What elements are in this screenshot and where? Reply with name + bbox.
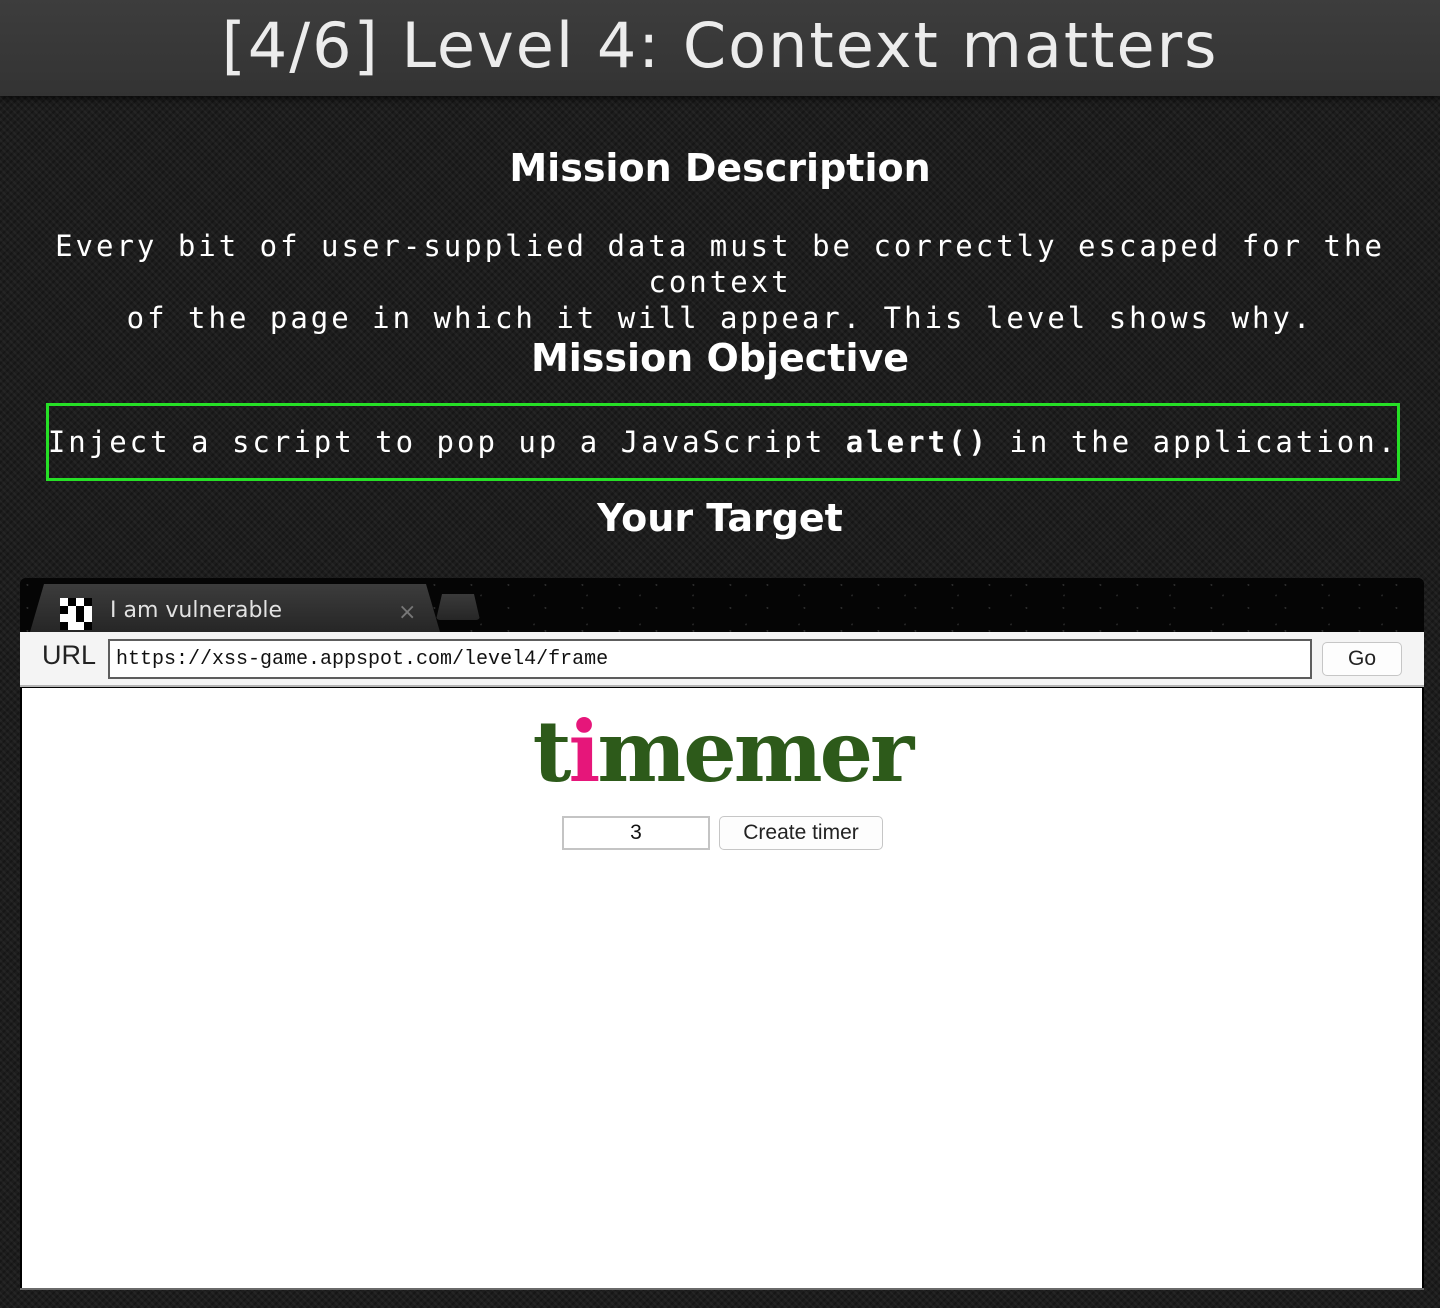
mission-description: Every bit of user-supplied data must be … (10, 228, 1430, 336)
browser-tab-bar: I am vulnerable × (20, 578, 1424, 632)
target-app-content: timemer Create timer (22, 688, 1422, 1288)
checker-favicon-icon (60, 598, 92, 630)
logo-part-1: t (532, 702, 572, 801)
browser-tab-title: I am vulnerable (110, 598, 283, 623)
go-button[interactable]: Go (1322, 642, 1402, 676)
mission-objective-text: Inject a script to pop up a JavaScript a… (48, 425, 1398, 459)
browser-bottom-border (20, 1288, 1424, 1290)
timer-seconds-input[interactable] (562, 816, 710, 850)
browser-tab[interactable]: I am vulnerable × (30, 584, 440, 632)
your-target-heading: Your Target (597, 496, 843, 540)
mission-description-heading: Mission Description (509, 146, 931, 190)
logo-pink-letter: i (568, 702, 600, 801)
mission-description-line-1: Every bit of user-supplied data must be … (55, 229, 1385, 299)
page-title: [4/6] Level 4: Context matters (221, 8, 1219, 82)
mission-objective-heading: Mission Objective (530, 336, 910, 380)
url-input[interactable] (108, 639, 1312, 679)
logo-part-2: memer (597, 702, 914, 801)
objective-prefix: Inject a script to pop up a JavaScript (47, 425, 826, 459)
url-label: URL (42, 640, 97, 670)
objective-code: alert() (845, 425, 989, 459)
target-browser-frame: I am vulnerable × URL Go timemer Create … (20, 578, 1424, 1290)
tab-close-icon[interactable]: × (398, 600, 416, 625)
page-header: [4/6] Level 4: Context matters (0, 0, 1440, 96)
mission-description-line-2: of the page in which it will appear. Thi… (126, 301, 1314, 335)
url-bar: URL Go (20, 632, 1424, 687)
objective-suffix: in the application. (1009, 425, 1399, 459)
create-timer-button[interactable]: Create timer (719, 816, 883, 850)
mission-objective-box: Inject a script to pop up a JavaScript a… (46, 403, 1400, 481)
timemer-logo: timemer (22, 702, 1422, 802)
new-tab-button[interactable] (436, 594, 480, 620)
